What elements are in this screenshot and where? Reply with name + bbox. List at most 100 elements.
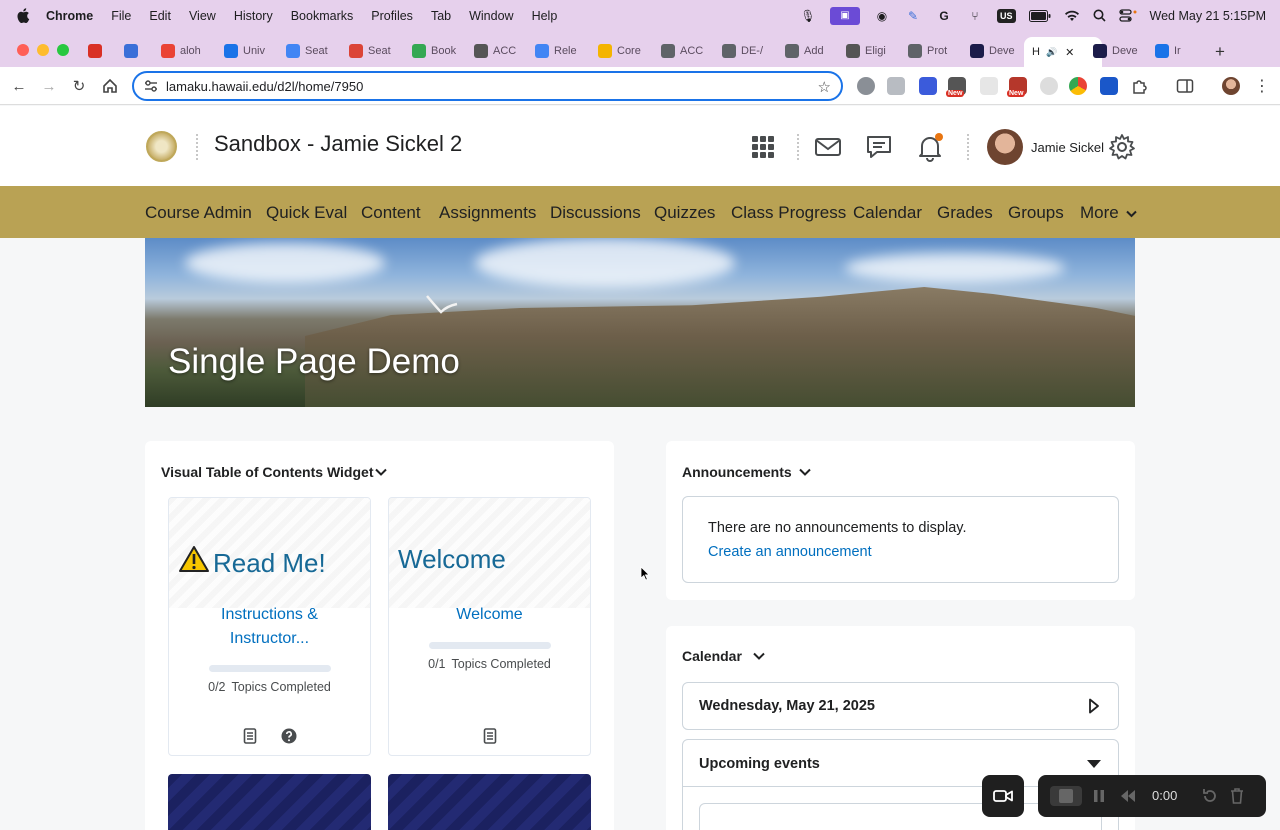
browser-tab[interactable]: Deve	[970, 37, 1022, 64]
extension-2-icon[interactable]	[887, 77, 905, 95]
reload-icon[interactable]: ↻	[69, 76, 89, 96]
back-icon[interactable]: ←	[9, 76, 29, 96]
extension-7-icon[interactable]	[1040, 77, 1058, 95]
pause-icon[interactable]	[1092, 789, 1106, 803]
user-name[interactable]: Jamie Sickel	[1031, 140, 1104, 155]
close-window-icon[interactable]	[17, 44, 29, 56]
audio-playing-icon[interactable]: 🔊	[1046, 47, 1057, 58]
profile-avatar-icon[interactable]	[1222, 77, 1240, 95]
fork-icon[interactable]: ⑂	[966, 9, 984, 23]
extensions-puzzle-icon[interactable]	[1131, 77, 1149, 95]
close-tab-icon[interactable]: ✕	[1065, 46, 1074, 59]
browser-tab[interactable]: Deve	[1093, 37, 1145, 64]
card-link-line-2[interactable]: Instructor...	[169, 627, 370, 651]
document-icon[interactable]	[242, 728, 258, 744]
screen-share-icon[interactable]: ▣	[829, 6, 860, 25]
browser-tab[interactable]: Prot	[908, 37, 960, 64]
zoom-window-icon[interactable]	[57, 44, 69, 56]
extension-9-icon[interactable]	[1100, 77, 1118, 95]
menu-edit[interactable]: Edit	[149, 9, 171, 23]
new-tab-icon[interactable]: +	[1215, 42, 1225, 62]
menu-history[interactable]: History	[234, 9, 273, 23]
grammarly-icon[interactable]: G	[935, 9, 953, 23]
menu-help[interactable]: Help	[532, 9, 558, 23]
nav-more[interactable]: More	[1080, 203, 1138, 223]
trash-icon[interactable]	[1230, 788, 1244, 804]
restart-icon[interactable]	[1202, 788, 1218, 804]
browser-tab[interactable]: Rele	[535, 37, 587, 64]
user-avatar[interactable]	[987, 129, 1023, 165]
microphone-icon[interactable]: 🎙	[799, 9, 817, 23]
wifi-icon[interactable]	[1064, 10, 1080, 22]
browser-tab[interactable]: aloh	[161, 37, 213, 64]
vtoc-card-3[interactable]	[168, 774, 371, 830]
browser-tab[interactable]: ACC	[661, 37, 713, 64]
stop-recording-button[interactable]	[1050, 786, 1082, 806]
university-seal-logo[interactable]	[146, 131, 177, 162]
menu-clock[interactable]: Wed May 21 5:15PM	[1150, 9, 1267, 23]
control-center-icon[interactable]	[1118, 9, 1137, 22]
menu-file[interactable]: File	[111, 9, 131, 23]
settings-gear-icon[interactable]	[1107, 132, 1137, 162]
chevron-down-icon[interactable]	[799, 468, 811, 476]
side-panel-icon[interactable]	[1176, 77, 1194, 95]
extension-3-icon[interactable]	[919, 77, 937, 95]
extension-1-icon[interactable]	[857, 77, 875, 95]
minimize-window-icon[interactable]	[37, 44, 49, 56]
nav-assignments[interactable]: Assignments	[439, 203, 536, 223]
browser-tab[interactable]	[88, 37, 114, 64]
nav-groups[interactable]: Groups	[1008, 203, 1064, 223]
browser-tab[interactable]: Seat	[286, 37, 338, 64]
nav-quizzes[interactable]: Quizzes	[654, 203, 715, 223]
nav-quick-eval[interactable]: Quick Eval	[266, 203, 347, 223]
menu-tab[interactable]: Tab	[431, 9, 451, 23]
eye-status-icon[interactable]: ◉	[873, 9, 891, 23]
menu-bookmarks[interactable]: Bookmarks	[291, 9, 354, 23]
card-link[interactable]: Instructions & Instructor...	[169, 603, 370, 651]
email-icon[interactable]	[813, 132, 843, 162]
browser-tab[interactable]	[124, 37, 150, 64]
course-title[interactable]: Sandbox - Jamie Sickel 2	[214, 131, 462, 157]
caret-down-icon[interactable]	[1086, 759, 1102, 769]
site-info-icon[interactable]	[144, 79, 158, 93]
nav-class-progress[interactable]: Class Progress	[731, 203, 846, 223]
calendar-date[interactable]: Wednesday, May 21, 2025	[699, 698, 875, 714]
browser-tab[interactable]: ACC	[474, 37, 526, 64]
menu-app-name[interactable]: Chrome	[46, 9, 93, 23]
keyboard-layout-badge[interactable]: US	[996, 8, 1016, 23]
messages-icon[interactable]	[864, 132, 894, 162]
camera-toggle-button[interactable]	[982, 775, 1024, 817]
upcoming-events-title[interactable]: Upcoming events	[699, 756, 820, 772]
calendar-date-box[interactable]: Wednesday, May 21, 2025	[682, 682, 1119, 730]
nav-discussions[interactable]: Discussions	[550, 203, 641, 223]
play-right-icon[interactable]	[1088, 698, 1100, 714]
menu-window[interactable]: Window	[469, 9, 513, 23]
vtoc-card-welcome[interactable]: Welcome Welcome 0/1 Topics Completed	[388, 497, 591, 756]
extension-8-icon[interactable]	[1069, 77, 1087, 95]
home-icon[interactable]	[100, 76, 120, 96]
menu-view[interactable]: View	[189, 9, 216, 23]
browser-menu-icon[interactable]: ⋮	[1252, 76, 1272, 96]
forward-icon[interactable]: →	[39, 76, 59, 96]
chevron-down-icon[interactable]	[753, 652, 765, 660]
browser-tab[interactable]: Seat	[349, 37, 401, 64]
rewind-icon[interactable]	[1120, 789, 1136, 803]
nav-course-admin[interactable]: Course Admin	[145, 203, 252, 223]
browser-tab[interactable]: Book	[412, 37, 464, 64]
nav-content[interactable]: Content	[361, 203, 421, 223]
spotlight-search-icon[interactable]	[1093, 9, 1106, 22]
browser-tab[interactable]: Univ	[224, 37, 276, 64]
nav-grades[interactable]: Grades	[937, 203, 993, 223]
quiz-help-icon[interactable]	[281, 728, 297, 744]
address-bar[interactable]: lamaku.hawaii.edu/d2l/home/7950 ☆	[132, 71, 843, 101]
vtoc-card-4[interactable]	[388, 774, 591, 830]
chevron-down-icon[interactable]	[375, 468, 387, 476]
nav-calendar[interactable]: Calendar	[853, 203, 922, 223]
vtoc-card-read-me[interactable]: Read Me! Instructions & Instructor... 0/…	[168, 497, 371, 756]
browser-tab[interactable]: Core	[598, 37, 650, 64]
browser-tab[interactable]: DE-/	[722, 37, 774, 64]
create-announcement-link[interactable]: Create an announcement	[708, 544, 872, 560]
card-link[interactable]: Welcome	[389, 603, 590, 627]
apple-icon[interactable]	[16, 8, 30, 23]
browser-tab[interactable]: Ir	[1155, 37, 1207, 64]
